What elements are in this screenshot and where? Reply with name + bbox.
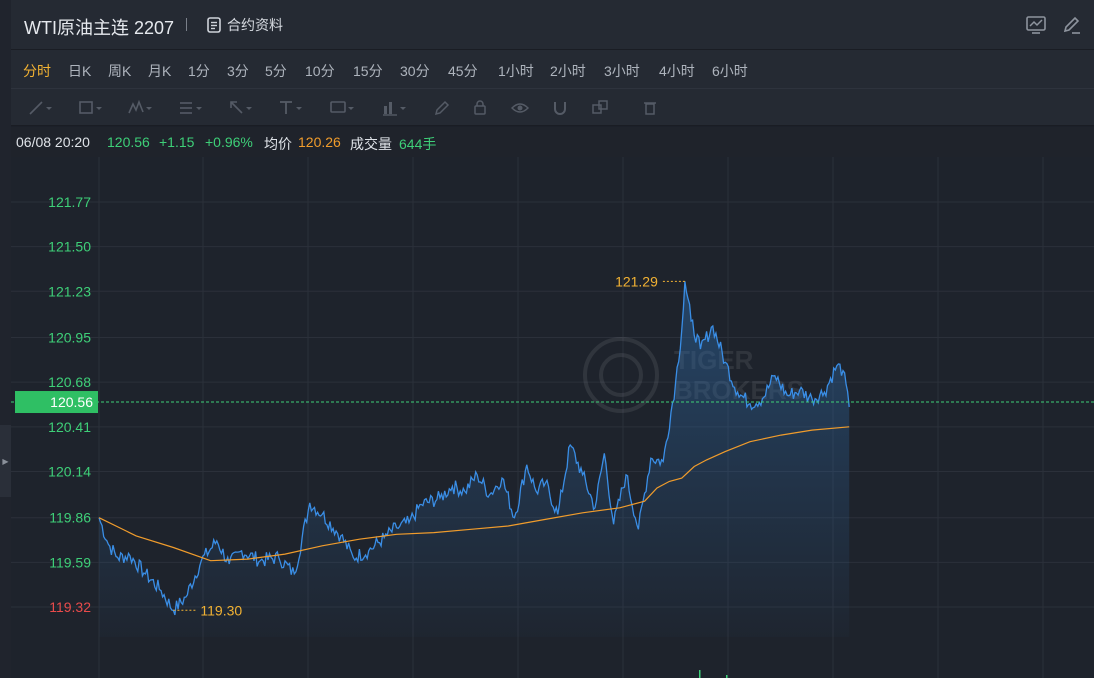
interval-tab[interactable]: 45分	[448, 61, 478, 81]
y-tick-label: 119.32	[49, 599, 91, 615]
expand-panel-button[interactable]: ▶	[0, 425, 11, 497]
quote-change-pct: +0.96%	[205, 134, 253, 150]
interval-tab[interactable]: 15分	[353, 61, 383, 81]
y-tick-label: 121.77	[48, 194, 91, 210]
monitor-chart-icon[interactable]	[1025, 14, 1047, 36]
interval-tab[interactable]: 1小时	[498, 61, 534, 81]
y-tick-label: 120.68	[48, 374, 91, 390]
y-tick-label: 120.95	[48, 330, 91, 346]
eye-tool-button[interactable]	[511, 98, 541, 118]
left-panel-strip	[0, 0, 11, 678]
trash-icon	[644, 102, 656, 115]
chevron-down-icon	[196, 107, 202, 110]
fibonacci-tool-button[interactable]	[177, 98, 207, 118]
trendline-tool-button[interactable]	[27, 98, 57, 118]
interval-tab[interactable]: 5分	[265, 61, 287, 81]
interval-tab[interactable]: 3小时	[604, 61, 640, 81]
interval-tab[interactable]: 30分	[400, 61, 430, 81]
avg-price-label: 均价	[264, 136, 292, 152]
y-tick-label: 120.14	[48, 463, 91, 479]
annotation-tool-button[interactable]	[329, 98, 359, 118]
interval-tab[interactable]: 10分	[305, 61, 335, 81]
volume-label: 成交量	[350, 136, 392, 152]
high-marker-label: 121.29	[615, 273, 658, 289]
document-icon	[207, 17, 221, 33]
price-chart[interactable]: TIGER BROKERS 121.77121.50121.23120.9512…	[11, 157, 1094, 678]
magnet-icon	[554, 102, 566, 115]
header-bar: WTI原油主连 2207 合约资料	[11, 0, 1094, 50]
lock-tool-button[interactable]	[471, 98, 501, 118]
chevron-down-icon	[348, 107, 354, 110]
rectangle-icon	[79, 101, 93, 114]
current-price-label: 120.56	[50, 394, 93, 410]
text-tool-tool-button[interactable]	[277, 98, 307, 118]
bar-measure-tool-button[interactable]	[381, 98, 411, 118]
text-tool-icon	[280, 101, 292, 114]
pencil-tool-button[interactable]	[433, 98, 463, 118]
interval-tab[interactable]: 3分	[227, 61, 249, 81]
annotation-icon	[330, 101, 346, 113]
quote-change: +1.15	[159, 134, 195, 150]
chevron-down-icon	[96, 107, 102, 110]
pencil-icon	[434, 100, 450, 116]
y-tick-label: 119.86	[49, 510, 91, 526]
header-divider	[186, 18, 187, 31]
drawing-toolbar	[11, 88, 1094, 126]
trash-tool-button[interactable]	[641, 98, 671, 118]
quote-datetime: 06/08 20:20	[16, 134, 90, 150]
magnet-tool-button[interactable]	[551, 98, 581, 118]
chevron-down-icon	[246, 107, 252, 110]
volume-value: 644手	[399, 136, 437, 152]
chevron-down-icon	[400, 107, 406, 110]
interval-tabs: 分时 日K 周K 月K 1分 3分 5分 10分 15分 30分 45分 1小时 2小时 3小时 4小时 6小…	[11, 50, 1094, 88]
fibonacci-icon	[180, 102, 192, 114]
interval-tab[interactable]: 分时	[23, 61, 51, 81]
trendline-icon	[29, 101, 43, 115]
interval-tab[interactable]: 日K	[68, 61, 91, 81]
arrow-tool-button[interactable]	[227, 98, 257, 118]
pattern-tool-button[interactable]	[127, 98, 157, 118]
y-tick-label: 121.50	[48, 239, 91, 255]
contract-info-button[interactable]: 合约资料	[207, 15, 283, 35]
quote-price: 120.56	[107, 134, 150, 150]
rectangle-tool-button[interactable]	[77, 98, 107, 118]
chevron-down-icon	[46, 107, 52, 110]
interval-tab[interactable]: 月K	[148, 61, 171, 81]
pattern-icon	[128, 99, 144, 114]
quote-info-bar: 06/08 20:20 120.56 +1.15 +0.96% 均价 120.2…	[11, 127, 1094, 157]
layers-icon	[592, 100, 608, 114]
bar-measure-icon	[383, 102, 397, 116]
y-tick-label: 121.23	[48, 283, 91, 299]
low-marker-label: 119.30	[200, 602, 242, 618]
avg-price-value: 120.26	[298, 134, 341, 150]
interval-tab[interactable]: 1分	[188, 61, 210, 81]
y-tick-label: 120.41	[48, 419, 91, 435]
eye-icon	[511, 103, 529, 113]
chevron-right-icon: ▶	[2, 456, 9, 466]
chevron-down-icon	[296, 107, 302, 110]
layers-tool-button[interactable]	[591, 98, 621, 118]
interval-tab[interactable]: 6小时	[712, 61, 748, 81]
lock-icon	[474, 100, 486, 115]
interval-tab[interactable]: 2小时	[550, 61, 586, 81]
arrow-icon	[230, 101, 243, 114]
price-area-fill	[99, 281, 850, 637]
interval-tab[interactable]: 4小时	[659, 61, 695, 81]
y-tick-label: 119.59	[49, 554, 91, 570]
chevron-down-icon	[146, 107, 152, 110]
edit-icon[interactable]	[1061, 14, 1083, 36]
volume-bar	[699, 670, 701, 678]
contract-info-label: 合约资料	[227, 17, 283, 33]
instrument-title: WTI原油主连 2207	[24, 18, 175, 38]
price-chart-svg: TIGER BROKERS 121.77121.50121.23120.9512…	[11, 157, 1094, 678]
interval-tab[interactable]: 周K	[108, 61, 131, 81]
